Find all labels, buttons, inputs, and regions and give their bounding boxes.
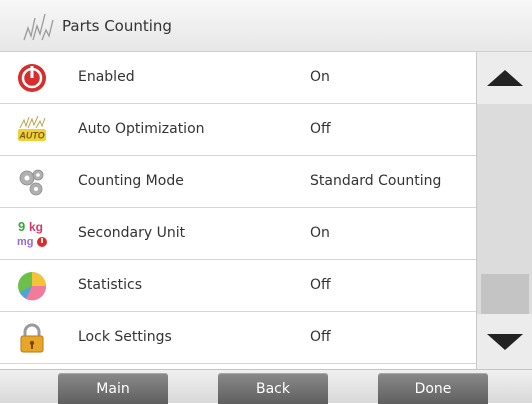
auto-text: AUTO [18, 131, 44, 141]
gears-icon [19, 169, 44, 196]
row-label: Statistics [78, 277, 142, 293]
mg-text: mg [17, 236, 34, 248]
row-value: Off [310, 277, 331, 293]
secondary-unit-icon: 9 kg mg [17, 219, 47, 248]
list-item-statistics[interactable]: Statistics Off [0, 260, 476, 312]
row-value: On [310, 69, 330, 85]
row-label: Enabled [78, 69, 135, 85]
g-text: 9 [18, 219, 25, 234]
page-title: Parts Counting [62, 16, 172, 35]
parts-counting-screen: Parts Counting Enabled On AUTO Auto Opti… [0, 0, 532, 404]
arrow-down-icon [487, 333, 523, 350]
list-item-lock-settings[interactable]: Lock Settings Off [0, 312, 476, 364]
scroll-down-button[interactable] [477, 314, 532, 369]
scrollbar[interactable] [476, 52, 532, 369]
done-button[interactable]: Done [378, 373, 488, 404]
auto-optimization-icon: AUTO [18, 115, 46, 141]
statistics-pie-icon [18, 272, 47, 301]
row-label: Lock Settings [78, 329, 172, 345]
main-button[interactable]: Main [58, 373, 168, 404]
row-value: Standard Counting [310, 173, 442, 189]
back-button[interactable]: Back [218, 373, 328, 404]
scroll-up-button[interactable] [477, 52, 532, 104]
row-label: Counting Mode [78, 173, 184, 189]
parts-counting-icon [23, 13, 54, 40]
settings-list: Enabled On AUTO Auto Optimization Off Co… [0, 52, 476, 364]
list-item-secondary-unit[interactable]: 9 kg mg Secondary Unit On [0, 208, 476, 260]
list-item-counting-mode[interactable]: Counting Mode Standard Counting [0, 156, 476, 208]
row-label: Secondary Unit [78, 225, 186, 241]
row-value: On [310, 225, 330, 241]
enabled-power-icon [18, 64, 46, 92]
list-item-enabled[interactable]: Enabled On [0, 52, 476, 104]
row-value: Off [310, 329, 331, 345]
kg-text: kg [29, 220, 43, 234]
arrow-up-icon [487, 70, 523, 86]
row-value: Off [310, 121, 331, 137]
row-label: Auto Optimization [78, 121, 205, 137]
list-item-auto-optimization[interactable]: AUTO Auto Optimization Off [0, 104, 476, 156]
title-bar: Parts Counting [0, 0, 532, 52]
lock-icon [20, 323, 44, 353]
footer-bar: Main Back Done [0, 369, 532, 404]
